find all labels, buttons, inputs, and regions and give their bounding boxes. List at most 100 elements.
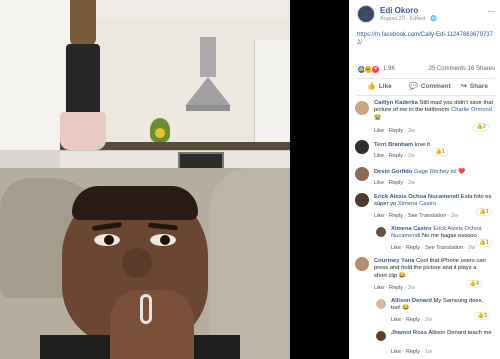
comment-reactions[interactable]: 👍4 (467, 281, 481, 287)
comment-actions: Like · Reply · 2w (374, 285, 415, 291)
comment-text: Allison Denard teach me (428, 330, 492, 336)
flower-vase (150, 118, 170, 142)
post-photo[interactable] (0, 0, 349, 359)
commenter-avatar[interactable] (376, 299, 386, 309)
commenter-avatar[interactable] (376, 331, 386, 341)
love-reaction-icon: ♥ (371, 65, 380, 74)
comment-time[interactable]: 2w (408, 153, 415, 159)
comment-time[interactable]: 1w (425, 349, 432, 355)
like-icon: 👍 (469, 281, 476, 287)
commenter-name[interactable]: Allison Denard (391, 298, 432, 304)
comment-actions: Like · Reply · 2w (374, 153, 415, 159)
comment-time[interactable]: 2w (451, 213, 458, 219)
comment-reply-link[interactable]: Reply (406, 245, 420, 251)
comment-bubble: Ximena Castro Erick Alexis Ochoa Nucamen… (391, 226, 495, 241)
comment-like-link[interactable]: Like (374, 180, 384, 186)
comment-actions: Like · Reply · 1w (391, 349, 432, 355)
like-icon: 👍 (479, 240, 486, 246)
share-button[interactable]: ↪ Share (461, 82, 488, 90)
divider (357, 78, 495, 79)
hand (110, 290, 194, 359)
comment-like-link[interactable]: Like (391, 349, 401, 355)
comments-count[interactable]: 25 Comments (429, 66, 466, 72)
like-icon: 👍 (477, 313, 484, 319)
globe-icon: 🌐 (430, 16, 437, 22)
comment-like-link[interactable]: Like (391, 317, 401, 323)
comment-reply-link[interactable]: Reply (389, 213, 403, 219)
author-name[interactable]: Edi Okoro (380, 6, 418, 15)
commenter-avatar[interactable] (355, 167, 369, 181)
share-icon: ↪ (461, 83, 467, 90)
laughing-emoji: 😂 (398, 272, 407, 279)
comment-reply-link[interactable]: Reply (406, 317, 420, 323)
commenter-name[interactable]: Jhamol Ross (391, 330, 427, 336)
comment-reply-link[interactable]: Reply (389, 128, 403, 134)
commenter-avatar[interactable] (376, 227, 386, 237)
reactions-bar[interactable]: 👍 😆 ♥ 1.9K 25 Comments 16 Shares (357, 65, 497, 75)
comment-bubble: Courtney Yana Cool that iPhone users can… (374, 258, 489, 280)
comment-like-link[interactable]: Like (374, 213, 384, 219)
comment-time[interactable]: 3w (408, 128, 415, 134)
post-panel: Edi Okoro August 20 · Edited · 🌐 ··· htt… (349, 0, 500, 359)
see-translation-link[interactable]: See Translation (425, 245, 463, 251)
comment-actions: Like · Reply · See Translation · 2w (374, 213, 459, 219)
comment-time[interactable]: 2w (468, 245, 475, 251)
comment-text: love it (414, 142, 430, 148)
author-avatar[interactable] (357, 5, 375, 23)
post-link[interactable]: https://m.facebook.com/Cally-Edi-1124766… (357, 31, 495, 47)
comment-reactions[interactable]: 👍3 (475, 313, 489, 319)
comment-like-link[interactable]: Like (374, 153, 384, 159)
comment-bubble: Erick Alexis Ochoa Nucamendi Esta foto e… (374, 194, 494, 209)
like-icon: 👍 (479, 209, 486, 215)
shares-count[interactable]: 16 Shares (468, 66, 495, 72)
standing-person (60, 0, 106, 150)
divider (357, 95, 495, 96)
comment-bubble: Devin Gorfido Gage Ritchey lol ❤️ (374, 169, 494, 176)
comment-reply-link[interactable]: Reply (389, 285, 403, 291)
post-meta: August 20 · Edited · 🌐 (380, 16, 437, 22)
comment-like-link[interactable]: Like (374, 285, 384, 291)
tagged-user[interactable]: Charlie Ormond (451, 107, 492, 113)
comment-like-link[interactable]: Like (374, 128, 384, 134)
comment-icon: 💬 (409, 83, 418, 90)
like-icon: 👍 (476, 124, 483, 130)
post-actions: 👍 Like 💬 Comment ↪ Share (357, 80, 495, 94)
comment-time[interactable]: 2w (408, 285, 415, 291)
reactions-count[interactable]: 1.9K (383, 66, 395, 72)
comment-like-link[interactable]: Like (391, 245, 401, 251)
comment-text: Gage Ritchey lol ❤️ (413, 169, 466, 175)
commenter-avatar[interactable] (355, 193, 369, 207)
post-header: Edi Okoro August 20 · Edited · 🌐 ··· (357, 5, 497, 27)
more-options-icon[interactable]: ··· (487, 7, 495, 16)
commenter-name[interactable]: Devin Gorfido (374, 169, 412, 175)
comment-reactions[interactable]: 👍1 (477, 209, 491, 215)
comment-reply-link[interactable]: Reply (389, 180, 403, 186)
comment-actions: Like · Reply · 2w (374, 180, 415, 186)
comment-reactions[interactable]: 👍1 (433, 149, 447, 155)
comment-bubble: Allison Denard My Samsung does, too! 😂 (391, 298, 491, 313)
commenter-name[interactable]: Terri Branham (374, 142, 413, 148)
like-button[interactable]: 👍 Like (367, 82, 392, 90)
tagged-user[interactable]: Ximena Castro (398, 201, 436, 207)
comment-reply-link[interactable]: Reply (406, 349, 420, 355)
commenter-name[interactable]: Courtney Yana (374, 258, 415, 264)
comment-reactions[interactable]: 👍1 (477, 240, 491, 246)
commenter-avatar[interactable] (355, 101, 369, 115)
comment-time[interactable]: 2w (425, 317, 432, 323)
commenter-avatar[interactable] (355, 257, 369, 271)
post-date[interactable]: August 20 · Edited · (380, 16, 430, 22)
ring (140, 294, 152, 324)
see-translation-link[interactable]: See Translation (408, 213, 446, 219)
comment-time[interactable]: 2w (408, 180, 415, 186)
commenter-name[interactable]: Caitlyn Kaderka (374, 100, 418, 106)
comment-actions: Like · Reply · See Translation · 2w (391, 245, 476, 251)
comment-actions: Like · Reply · 2w (391, 317, 432, 323)
commenter-name[interactable]: Ximena Castro (391, 226, 432, 232)
comment-button[interactable]: 💬 Comment (409, 82, 451, 90)
laughing-emoji: 😂 (402, 305, 410, 312)
comment-reply-link[interactable]: Reply (389, 153, 403, 159)
commenter-avatar[interactable] (355, 140, 369, 154)
comment-reactions[interactable]: 👍2 (474, 124, 488, 130)
comment-bubble: Jhamol Ross Allison Denard teach me (391, 330, 495, 337)
commenter-name[interactable]: Erick Alexis Ochoa Nucamendi (374, 194, 459, 200)
